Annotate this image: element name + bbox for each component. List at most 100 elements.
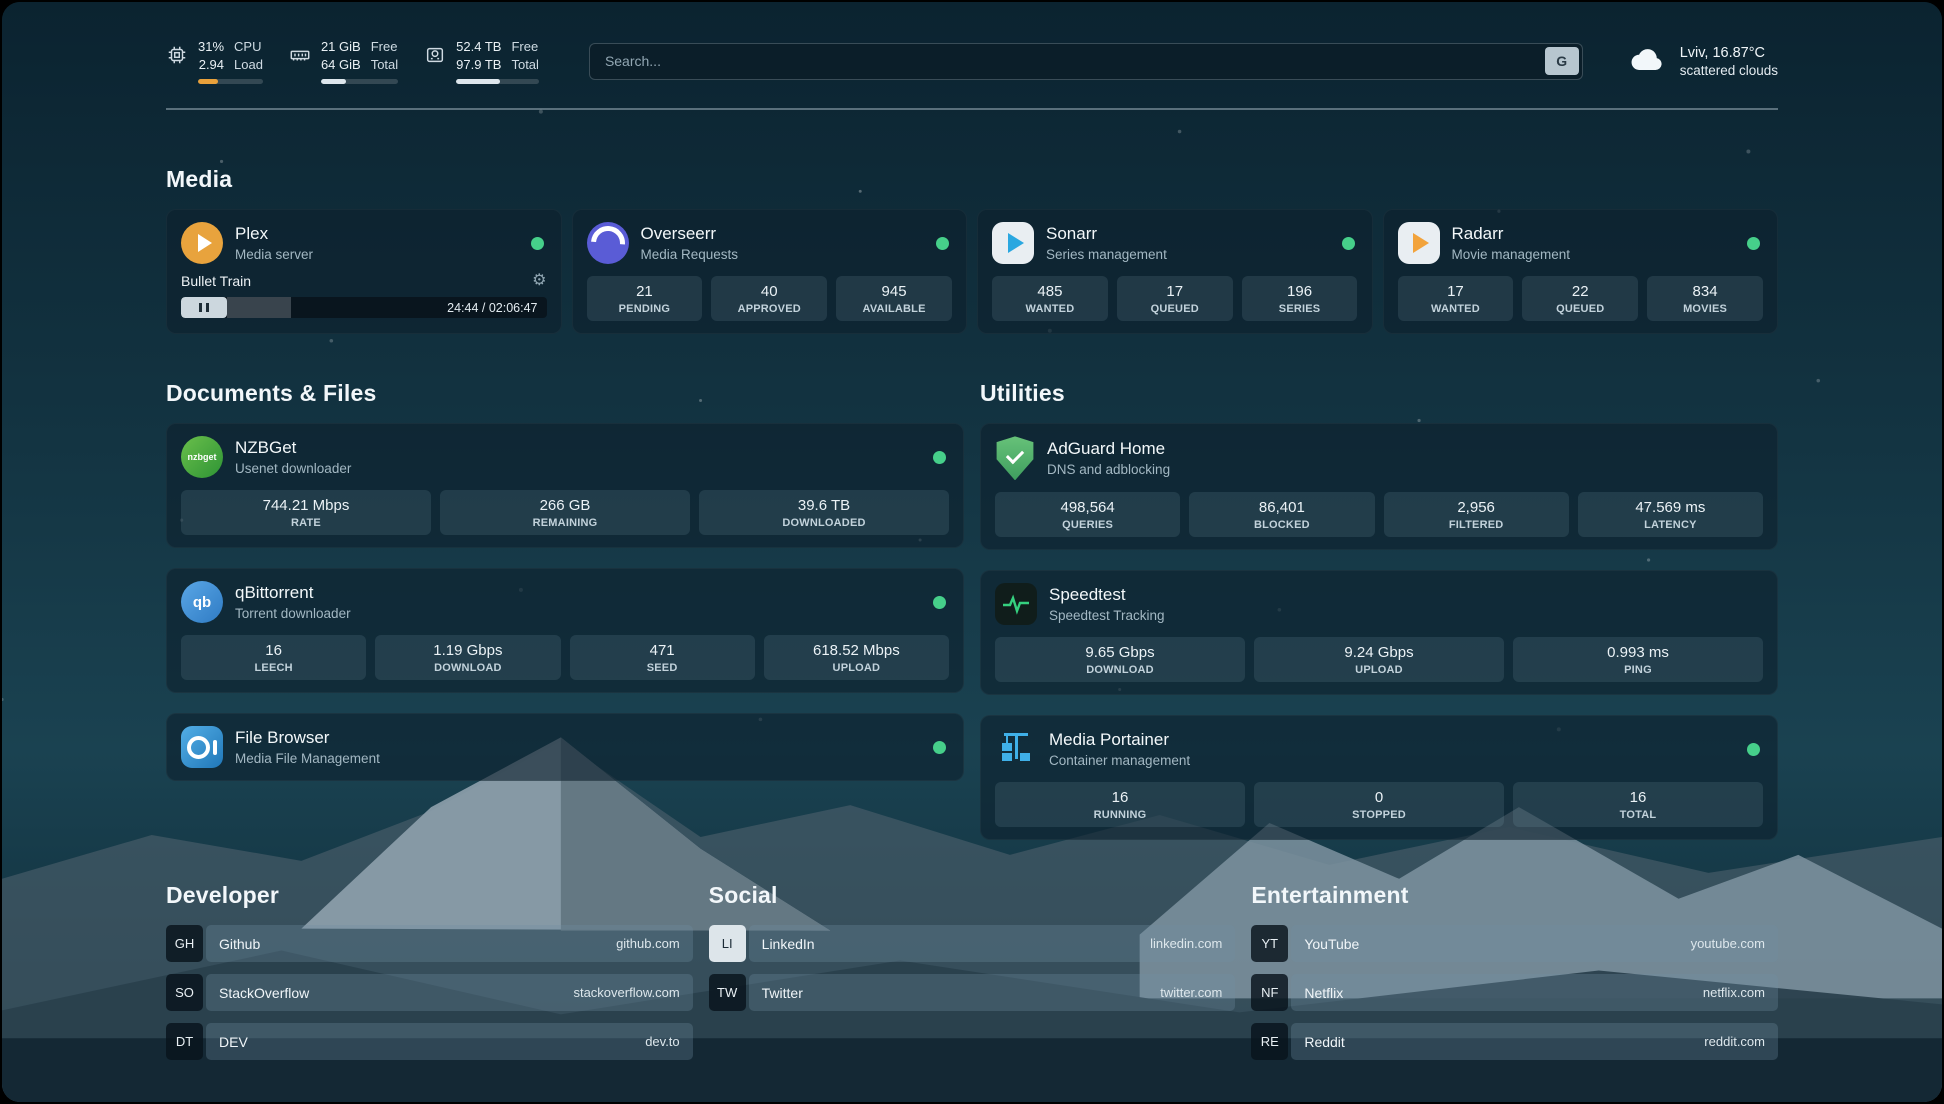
adguard-shield-icon [995, 436, 1035, 480]
plex-card[interactable]: Plex Media server Bullet Train ⚙ 24:44 /… [166, 209, 562, 334]
link-dev-to[interactable]: DT DEV dev.to [166, 1023, 693, 1060]
cpu-percent: 31% [198, 38, 224, 56]
app-subtitle: Media Requests [641, 247, 739, 262]
section-title-utilities: Utilities [980, 380, 1778, 407]
playback-progress-bar[interactable]: 24:44 / 02:06:47 [181, 297, 547, 318]
memory-total-label: Total [371, 56, 398, 74]
settings-gear-icon[interactable]: ⚙ [532, 273, 546, 289]
twitter-icon[interactable]: TW [709, 974, 746, 1011]
cpu-load: 2.94 [199, 56, 224, 74]
memory-widget: 21 GiB 64 GiB Free Total [289, 38, 398, 84]
reddit-icon[interactable]: RE [1251, 1023, 1288, 1060]
app-name: Radarr [1452, 224, 1571, 244]
link-twitter[interactable]: TW Twitter twitter.com [709, 974, 1236, 1011]
disk-free-label: Free [511, 38, 538, 56]
pause-icon[interactable] [181, 297, 227, 318]
stat-upload: 9.24 Gbps UPLOAD [1254, 637, 1504, 682]
stat-stopped: 0 STOPPED [1254, 782, 1504, 827]
youtube-icon[interactable]: YT [1251, 925, 1288, 962]
cpu-widget: 31% 2.94 CPU Load [166, 38, 263, 84]
header-divider [166, 108, 1778, 110]
app-subtitle: Torrent downloader [235, 606, 351, 621]
stat-rate: 744.21 Mbps RATE [181, 490, 431, 535]
disk-widget: 52.4 TB 97.9 TB Free Total [424, 38, 539, 84]
link-label: DEV [219, 1034, 248, 1050]
link-youtube[interactable]: YT YouTube youtube.com [1251, 925, 1778, 962]
dev-to-icon[interactable]: DT [166, 1023, 203, 1060]
filebrowser-card[interactable]: File Browser Media File Management [166, 713, 964, 781]
stat-queued: 17 QUEUED [1117, 276, 1233, 321]
link-url: dev.to [645, 1034, 679, 1049]
section-utilities: Utilities AdGuard Home DNS and adblockin… [980, 380, 1778, 840]
disk-free: 52.4 TB [456, 38, 501, 56]
stat-wanted: 17 WANTED [1398, 276, 1514, 321]
status-dot [1747, 237, 1760, 250]
stackoverflow-icon[interactable]: SO [166, 974, 203, 1011]
portainer-card[interactable]: Media Portainer Container management 16 … [980, 715, 1778, 840]
section-documents-files: Documents & Files nzbget NZBGet Usenet d… [166, 380, 964, 781]
app-subtitle: Media server [235, 247, 313, 262]
link-label: Netflix [1304, 985, 1343, 1001]
stat-queries: 498,564 QUERIES [995, 492, 1180, 537]
nzbget-card[interactable]: nzbget NZBGet Usenet downloader 744.21 M… [166, 423, 964, 548]
section-title-media: Media [166, 166, 1778, 193]
radarr-icon [1398, 222, 1440, 264]
memory-free-label: Free [371, 38, 398, 56]
search-input[interactable] [593, 53, 1545, 69]
status-dot [933, 741, 946, 754]
link-linkedin[interactable]: LI LinkedIn linkedin.com [709, 925, 1236, 962]
netflix-icon[interactable]: NF [1251, 974, 1288, 1011]
memory-icon [289, 44, 311, 71]
qbittorrent-card[interactable]: qb qBittorrent Torrent downloader 16 LEE… [166, 568, 964, 693]
stat-ping: 0.993 ms PING [1513, 637, 1763, 682]
stat-running: 16 RUNNING [995, 782, 1245, 827]
app-subtitle: Series management [1046, 247, 1167, 262]
cpu-label: CPU [234, 38, 263, 56]
app-subtitle: Speedtest Tracking [1049, 608, 1165, 623]
link-label: YouTube [1304, 936, 1359, 952]
radarr-card[interactable]: Radarr Movie management 17 WANTED 22 QUE… [1383, 209, 1779, 334]
overseerr-card[interactable]: Overseerr Media Requests 21 PENDING 40 A… [572, 209, 968, 334]
stat-approved: 40 APPROVED [711, 276, 827, 321]
link-url: youtube.com [1691, 936, 1765, 951]
link-label: Reddit [1304, 1034, 1344, 1050]
status-dot [933, 596, 946, 609]
link-url: github.com [616, 936, 680, 951]
app-subtitle: DNS and adblocking [1047, 462, 1170, 477]
linkedin-icon[interactable]: LI [709, 925, 746, 962]
stat-wanted: 485 WANTED [992, 276, 1108, 321]
link-github[interactable]: GH Github github.com [166, 925, 693, 962]
link-stackoverflow[interactable]: SO StackOverflow stackoverflow.com [166, 974, 693, 1011]
stat-movies: 834 MOVIES [1647, 276, 1763, 321]
app-name: File Browser [235, 728, 380, 748]
cloud-icon [1629, 44, 1667, 79]
github-icon[interactable]: GH [166, 925, 203, 962]
stat-download: 9.65 Gbps DOWNLOAD [995, 637, 1245, 682]
link-label: Twitter [762, 985, 803, 1001]
adguard-card[interactable]: AdGuard Home DNS and adblocking 498,564 … [980, 423, 1778, 550]
weather-condition: scattered clouds [1680, 63, 1778, 78]
app-subtitle: Movie management [1452, 247, 1571, 262]
link-reddit[interactable]: RE Reddit reddit.com [1251, 1023, 1778, 1060]
link-label: LinkedIn [762, 936, 815, 952]
link-url: reddit.com [1704, 1034, 1765, 1049]
memory-total: 64 GiB [321, 56, 361, 74]
link-url: stackoverflow.com [573, 985, 679, 1000]
search-engine-button[interactable]: G [1545, 47, 1579, 75]
nzbget-icon: nzbget [181, 436, 223, 478]
memory-usage-bar [321, 79, 398, 84]
search-bar[interactable]: G [589, 43, 1583, 80]
stat-available: 945 AVAILABLE [836, 276, 952, 321]
disk-icon [424, 44, 446, 71]
status-dot [933, 451, 946, 464]
stat-remaining: 266 GB REMAINING [440, 490, 690, 535]
section-entertainment: Entertainment YT YouTube youtube.com NF … [1251, 882, 1778, 1060]
overseerr-icon [587, 222, 629, 264]
speedtest-card[interactable]: Speedtest Speedtest Tracking 9.65 Gbps D… [980, 570, 1778, 695]
stat-seed: 471 SEED [570, 635, 755, 680]
app-name: qBittorrent [235, 583, 351, 603]
link-netflix[interactable]: NF Netflix netflix.com [1251, 974, 1778, 1011]
weather-widget: Lviv, 16.87°C scattered clouds [1629, 44, 1778, 79]
sonarr-card[interactable]: Sonarr Series management 485 WANTED 17 Q… [977, 209, 1373, 334]
stat-leech: 16 LEECH [181, 635, 366, 680]
